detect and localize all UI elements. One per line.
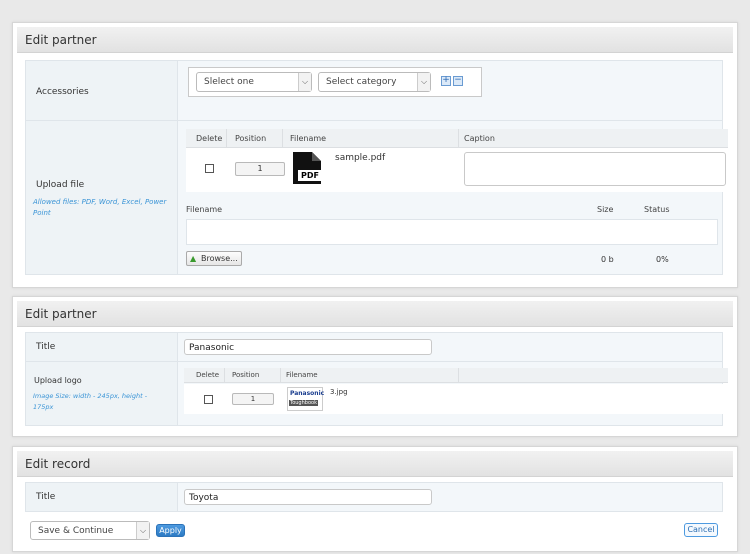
accessories-row: Accessories Slelect one ⌵ Select categor… <box>25 60 723 121</box>
form-actions: Save & Continue ⌵ Apply Cancel <box>25 518 723 542</box>
title-label-cell: Title <box>26 333 178 361</box>
apply-button[interactable]: Apply <box>156 524 185 537</box>
queue-status-value: 0% <box>656 255 669 264</box>
action-select-value: Save & Continue <box>38 526 114 536</box>
remove-icon[interactable]: − <box>453 76 463 86</box>
select-category-dropdown[interactable]: Select category ⌵ <box>318 72 431 92</box>
select-one-value: Slelect one <box>204 77 254 87</box>
delete-checkbox[interactable] <box>204 395 213 404</box>
caption-input[interactable] <box>464 152 726 186</box>
browse-label: Browse... <box>201 254 238 263</box>
select-category-value: Select category <box>326 77 397 87</box>
position-input[interactable]: 1 <box>232 393 274 405</box>
chevron-down-icon: ⌵ <box>298 73 311 91</box>
logo-table-row: 1 Panasonic Toughbook 3.jpg <box>184 384 728 414</box>
edit-partner-panel-2: Edit partner Title Panasonic Upload logo… <box>12 296 738 437</box>
chevron-down-icon: ⌵ <box>417 73 430 91</box>
upload-arrow-icon: ▲ <box>190 254 197 263</box>
cancel-button[interactable]: Cancel <box>684 523 718 537</box>
edit-record-panel: Edit record Title Toyota Save & Continue… <box>12 446 738 552</box>
allowed-files-note: Allowed files: PDF, Word, Excel, Power P… <box>33 198 167 217</box>
upload-logo-row: Upload logo Image Size: width - 245px, h… <box>25 361 728 426</box>
title-row: Title Toyota <box>25 482 723 512</box>
select-one-dropdown[interactable]: Slelect one ⌵ <box>196 72 312 92</box>
panel-title: Edit partner <box>17 27 733 53</box>
pdf-file-icon: PDF <box>291 152 323 184</box>
upload-queue-area <box>186 219 718 245</box>
accessories-label: Accessories <box>36 87 89 97</box>
delete-checkbox[interactable] <box>205 164 214 173</box>
pdf-icon-text: PDF <box>301 171 319 180</box>
panel-title: Edit partner <box>17 301 733 327</box>
file-name: sample.pdf <box>335 153 386 163</box>
header-position: Position <box>232 371 260 379</box>
files-table-header: Delete Position Filename Caption <box>186 129 728 148</box>
panel-title: Edit record <box>17 451 733 477</box>
title-label-cell: Title <box>26 483 178 511</box>
files-table-row: 1 PDF sample.pdf <box>186 148 728 192</box>
image-size-note: Image Size: width - 245px, height - 175p… <box>33 392 148 411</box>
browse-button[interactable]: ▲ Browse... <box>186 251 242 266</box>
upload-logo-label: Upload logo <box>34 376 82 385</box>
header-filename: Filename <box>290 134 327 143</box>
add-icon[interactable]: + <box>441 76 451 86</box>
logo-label-cell: Upload logo Image Size: width - 245px, h… <box>26 362 178 425</box>
upload-file-label: Upload file <box>36 180 85 190</box>
upload-file-row: Upload file Allowed files: PDF, Word, Ex… <box>25 120 728 275</box>
header-delete: Delete <box>196 371 219 379</box>
header-position: Position <box>235 134 267 143</box>
accessories-controls: Slelect one ⌵ Select category ⌵ + − <box>188 67 482 97</box>
title-input[interactable]: Toyota <box>184 489 432 505</box>
logo-thumbnail: Panasonic Toughbook <box>287 387 325 411</box>
header-caption: Caption <box>464 134 495 143</box>
queue-size-value: 0 b <box>601 255 614 264</box>
queue-header-status: Status <box>644 205 670 214</box>
accessories-label-cell: Accessories <box>26 61 178 120</box>
logo-file-name: 3.jpg <box>330 388 348 396</box>
position-input[interactable]: 1 <box>235 162 285 176</box>
header-delete: Delete <box>196 134 223 143</box>
title-input[interactable]: Panasonic <box>184 339 432 355</box>
queue-header-size: Size <box>597 205 614 214</box>
edit-partner-panel-1: Edit partner Accessories Slelect one ⌵ S… <box>12 22 738 288</box>
thumb-line2: Toughbook <box>289 400 318 406</box>
upload-label-cell: Upload file Allowed files: PDF, Word, Ex… <box>26 121 178 274</box>
action-select[interactable]: Save & Continue ⌵ <box>30 521 150 540</box>
cancel-label: Cancel <box>687 525 715 534</box>
thumb-line1: Panasonic <box>290 390 325 397</box>
header-filename: Filename <box>286 371 318 379</box>
title-label: Title <box>36 342 56 352</box>
title-label: Title <box>36 492 56 502</box>
apply-label: Apply <box>159 526 182 535</box>
chevron-down-icon: ⌵ <box>136 522 149 539</box>
logo-table-header: Delete Position Filename <box>184 368 728 383</box>
title-row: Title Panasonic <box>25 332 723 362</box>
queue-header-filename: Filename <box>186 205 223 214</box>
